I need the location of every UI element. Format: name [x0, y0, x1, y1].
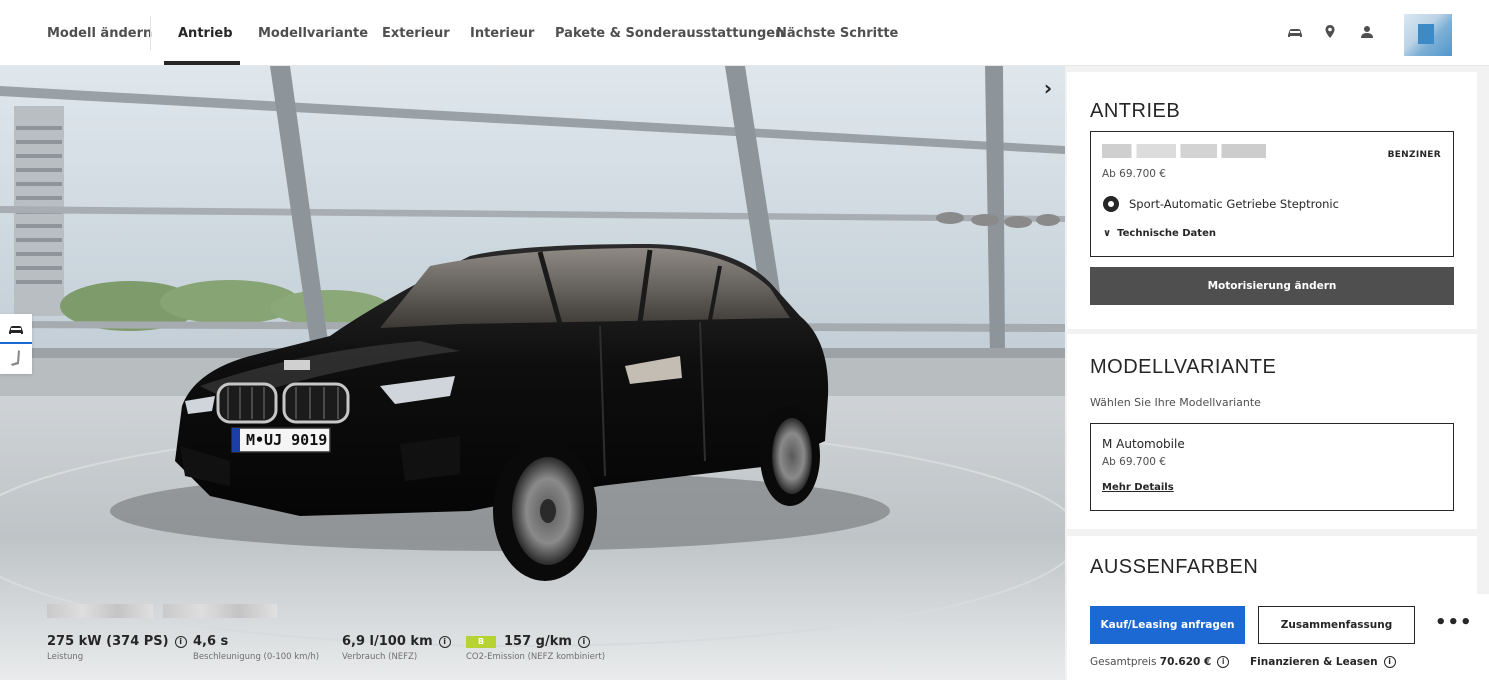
keyfact-power-label: Leistung [47, 652, 84, 662]
avatar[interactable] [1404, 14, 1452, 56]
nav-tab-antrieb[interactable]: Antrieb [178, 0, 233, 66]
view-switcher [0, 314, 32, 374]
total-price: Gesamtpreis 70.620 € i [1090, 656, 1230, 668]
info-icon[interactable]: i [577, 636, 590, 648]
car-exterior-icon[interactable] [0, 314, 32, 344]
keyfact-co2: B 157 g/km i CO2-Emission (NEFZ kombiniert… [466, 634, 605, 662]
finance-link[interactable]: Finanzieren & Leasen i [1250, 656, 1396, 668]
car-stage[interactable]: M•UJ 9019 › 275 kW (374 PS) i Leistung 4,… [0, 66, 1065, 680]
card-title-modellvariante: MODELLVARIANTE [1090, 356, 1277, 378]
blurred-engine-name [1102, 144, 1266, 158]
fuel-badge: BENZINER [1387, 150, 1441, 160]
transmission-radio[interactable] [1103, 196, 1119, 212]
keyfact-consumption-label: Verbrauch (NEFZ) [342, 652, 418, 662]
more-details-link[interactable]: Mehr Details [1102, 482, 1174, 493]
keyfact-co2-value: 157 g/km [504, 634, 572, 649]
info-icon[interactable]: i [438, 636, 451, 648]
summary-button[interactable]: Zusammenfassung [1258, 606, 1415, 644]
keyfact-consumption-value: 6,9 l/100 km [342, 634, 433, 649]
card-title-aussenfarben: AUSSENFARBEN [1090, 556, 1259, 578]
action-bar: Kauf/Leasing anfragen Zusammenfassung ••… [1067, 594, 1489, 680]
tech-data-toggle[interactable]: ∨ Technische Daten [1103, 228, 1216, 239]
car-icon[interactable] [1285, 22, 1305, 42]
tech-data-label: Technische Daten [1117, 228, 1216, 239]
blurred-badge [284, 360, 310, 370]
license-plate: M•UJ 9019 [246, 431, 328, 449]
nav-separator [150, 16, 151, 50]
variant-option[interactable]: M Automobile Ab 69.700 € Mehr Details [1090, 423, 1454, 511]
request-purchase-button[interactable]: Kauf/Leasing anfragen [1090, 606, 1245, 644]
location-pin-icon[interactable] [1320, 22, 1340, 42]
variant-price: Ab 69.700 € [1102, 456, 1166, 468]
keyfact-power: 275 kW (374 PS) i Leistung [47, 634, 187, 662]
card-title-antrieb: ANTRIEB [1090, 100, 1181, 122]
info-icon[interactable]: i [174, 636, 187, 648]
keyfact-acceleration-value: 4,6 s [193, 634, 229, 649]
transmission-label: Sport-Automatic Getriebe Steptronic [1129, 197, 1339, 211]
engine-price: Ab 69.700 € [1102, 168, 1166, 180]
info-icon[interactable]: i [1217, 656, 1230, 668]
more-options-icon[interactable]: ••• [1435, 612, 1473, 633]
chevron-right-icon[interactable]: › [1038, 78, 1058, 98]
change-engine-button[interactable]: Motorisierung ändern [1090, 267, 1454, 305]
card-modellvariante: MODELLVARIANTE Wählen Sie Ihre Modellvar… [1067, 334, 1477, 529]
variant-name: M Automobile [1102, 437, 1185, 451]
nav-tab-exterieur[interactable]: Exterieur [382, 0, 450, 66]
total-price-value: 70.620 € [1159, 656, 1212, 668]
keyfact-acceleration: 4,6 s Beschleunigung (0-100 km/h) [193, 634, 319, 662]
user-icon[interactable] [1357, 22, 1377, 42]
keyfact-co2-label: CO2-Emission (NEFZ kombiniert) [466, 652, 606, 662]
blurred-model-name [47, 604, 153, 618]
info-icon[interactable]: i [1383, 656, 1396, 668]
chevron-down-icon: ∨ [1103, 228, 1112, 239]
blurred-model-name-2 [163, 604, 277, 618]
nav-tab-modellvariante[interactable]: Modellvariante [258, 0, 368, 66]
configuration-panel: ANTRIEB BENZINER Ab 69.700 € Sport-Autom… [1067, 66, 1477, 680]
nav-tab-interieur[interactable]: Interieur [470, 0, 534, 66]
modellvariante-subtitle: Wählen Sie Ihre Modellvariante [1090, 396, 1261, 409]
active-tab-indicator [164, 61, 240, 65]
engine-option[interactable]: BENZINER Ab 69.700 € Sport-Automatic Get… [1090, 131, 1454, 257]
nav-modell-aendern[interactable]: Modell ändern [47, 0, 152, 66]
keyfact-consumption: 6,9 l/100 km i Verbrauch (NEFZ) [342, 634, 451, 662]
keyfact-acceleration-label: Beschleunigung (0-100 km/h) [193, 652, 320, 662]
total-price-label: Gesamtpreis [1090, 656, 1157, 668]
showroom-scene [0, 66, 1065, 680]
card-antrieb: ANTRIEB BENZINER Ab 69.700 € Sport-Autom… [1067, 72, 1477, 329]
keyfact-power-value: 275 kW (374 PS) [47, 634, 169, 649]
nav-tab-pakete[interactable]: Pakete & Sonderausstattungen [555, 0, 784, 66]
efficiency-class-badge: B [466, 636, 496, 648]
top-navigation: Modell ändern Antrieb Modellvariante Ext… [0, 0, 1489, 66]
nav-tab-naechste-schritte[interactable]: Nächste Schritte [776, 0, 898, 66]
finance-label: Finanzieren & Leasen [1250, 656, 1378, 668]
seat-interior-icon[interactable] [0, 344, 32, 374]
key-facts-bar: 275 kW (374 PS) i Leistung 4,6 s Beschleu… [0, 590, 1065, 680]
